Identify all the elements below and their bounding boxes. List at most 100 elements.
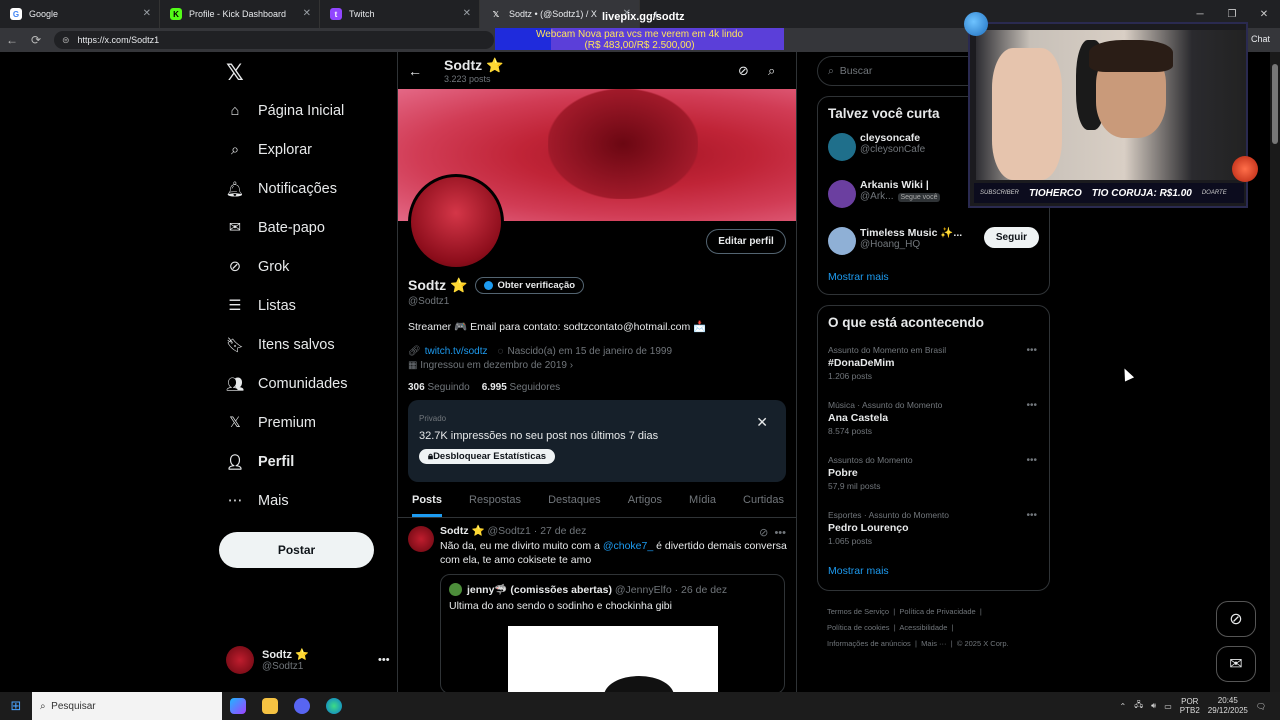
search-icon[interactable]: ⌕	[768, 63, 775, 79]
post-button[interactable]: Postar	[219, 532, 374, 568]
grok-fab-button[interactable]: ⊘	[1216, 601, 1256, 637]
following-link[interactable]: 306 Seguindo	[408, 382, 470, 393]
close-tab-icon[interactable]: ✕	[143, 8, 151, 19]
messages-fab-button[interactable]: ✉	[1216, 646, 1256, 682]
unlock-stats-button[interactable]: 🔒︎ Desbloquear Estatísticas	[419, 449, 556, 464]
footer-links: Termos de Serviço | Política de Privacid…	[827, 607, 1009, 648]
trend-item[interactable]: Assuntos do Momento Pobre 57,9 mil posts ••…	[818, 449, 1049, 504]
more-dots-icon[interactable]: •••	[1026, 400, 1037, 411]
file-explorer-icon[interactable]	[254, 692, 286, 720]
tweet-author[interactable]: Sodtz ⭐	[440, 525, 485, 537]
profile-avatar[interactable]	[408, 174, 504, 270]
tab-articles[interactable]: Artigos	[628, 482, 662, 517]
scrollbar-thumb[interactable]	[1272, 64, 1278, 144]
taskbar-search[interactable]: ⌕ Pesquisar	[32, 692, 222, 720]
nav-premium[interactable]: 𝕏 Premium	[226, 414, 316, 432]
quote-image[interactable]	[508, 626, 718, 692]
nav-profile[interactable]: 👤︎ Perfil	[226, 453, 294, 471]
trend-item[interactable]: Assunto do Momento em Brasil #DonaDeMim 1.…	[818, 339, 1049, 394]
nav-bookmarks[interactable]: 🔖︎ Itens salvos	[226, 336, 335, 354]
footer-link[interactable]: Termos de Serviço	[827, 607, 889, 616]
avatar	[828, 180, 856, 208]
footer-link[interactable]: Mais ···	[921, 639, 946, 648]
more-dots-icon[interactable]: •••	[774, 527, 786, 539]
nav-explore[interactable]: ⌕ Explorar	[226, 141, 312, 159]
tab-likes[interactable]: Curtidas	[743, 482, 784, 517]
show-more-trends-link[interactable]: Mostrar mais	[818, 559, 1049, 587]
nav-notifications[interactable]: 🔔︎ Notificações	[226, 180, 337, 198]
scrollbar[interactable]	[1270, 52, 1280, 692]
nav-home[interactable]: ⌂ Página Inicial	[226, 102, 345, 120]
back-arrow-icon[interactable]: ←	[408, 63, 444, 79]
avatar[interactable]	[408, 526, 434, 552]
get-verified-button[interactable]: Obter verificação	[475, 277, 585, 294]
trends-title: O que está acontecendo	[828, 315, 985, 330]
planet-icon	[1232, 156, 1258, 182]
mention-link[interactable]: @choke7_	[603, 540, 653, 552]
volume-icon[interactable]: 🔊︎	[1151, 701, 1156, 711]
more-dots-icon[interactable]: •••	[378, 654, 390, 666]
tweet-date[interactable]: 27 de dez	[540, 525, 586, 537]
url-field[interactable]: ⊜ https://x.com/Sodtz1	[54, 31, 494, 49]
close-icon[interactable]: ✕	[756, 414, 768, 431]
network-icon[interactable]: 🖧︎	[1134, 699, 1143, 713]
chat-button[interactable]: Chat	[1251, 34, 1270, 44]
battery-icon[interactable]: ▭	[1164, 702, 1172, 711]
footer-link[interactable]: Política de cookies	[827, 623, 890, 632]
tab-kick[interactable]: K Profile - Kick Dashboard ✕	[160, 0, 320, 28]
edge-icon[interactable]	[318, 692, 350, 720]
footer-link[interactable]: Política de Privacidade	[899, 607, 975, 616]
reload-icon[interactable]: ⟳	[24, 33, 48, 47]
avatar	[828, 133, 856, 161]
tab-highlights[interactable]: Destaques	[548, 482, 601, 517]
x-logo-icon[interactable]: 𝕏	[226, 60, 244, 86]
tab-media[interactable]: Mídia	[689, 482, 716, 517]
birth-date: Nascido(a) em 15 de janeiro de 1999	[507, 346, 673, 357]
trend-item[interactable]: Música · Assunto do Momento Ana Castela 8.…	[818, 394, 1049, 449]
profile-link[interactable]: twitch.tv/sodtz	[425, 346, 488, 357]
trend-item[interactable]: Esportes · Assunto do Momento Pedro Loure…	[818, 504, 1049, 559]
nav-more[interactable]: ⋯ Mais	[226, 492, 289, 510]
bookmark-icon: 🔖︎	[225, 337, 245, 354]
joined-date[interactable]: Ingressou em dezembro de 2019	[420, 360, 567, 371]
quoted-tweet[interactable]: jenny🦈 (comissões abertas) @JennyElfo · …	[440, 574, 785, 692]
list-icon: ☰	[228, 298, 242, 314]
edit-profile-button[interactable]: Editar perfil	[706, 229, 786, 254]
tweet[interactable]: Sodtz ⭐ @Sodtz1 · 27 de dez Não da, eu m…	[408, 524, 788, 692]
footer-link[interactable]: Acessibilidade	[899, 623, 947, 632]
tab-google[interactable]: G Google ✕	[0, 0, 160, 28]
show-more-link[interactable]: Mostrar mais	[818, 271, 1049, 293]
nav-communities[interactable]: 👥︎ Comunidades	[226, 375, 348, 393]
nav-grok[interactable]: ⊘ Grok	[226, 258, 290, 276]
nav-lists[interactable]: ☰ Listas	[226, 297, 296, 315]
copilot-icon[interactable]	[222, 692, 254, 720]
grok-icon[interactable]: ⊘	[759, 527, 768, 539]
close-tab-icon[interactable]: ✕	[463, 8, 471, 19]
back-icon[interactable]: ←	[0, 33, 24, 47]
close-window-button[interactable]: ✕	[1248, 0, 1280, 28]
left-sidebar: 𝕏 ⌂ Página Inicial ⌕ Explorar 🔔︎ Notificaçõ…	[218, 52, 396, 692]
tab-posts[interactable]: Posts	[412, 482, 442, 517]
quote-date: 26 de dez	[681, 583, 728, 596]
nav-messages[interactable]: ✉ Bate-papo	[226, 219, 325, 237]
follow-button[interactable]: Seguir	[983, 227, 1039, 248]
notifications-icon[interactable]: 🗨︎	[1256, 702, 1266, 711]
more-dots-icon[interactable]: •••	[1026, 455, 1037, 466]
footer-link[interactable]: Informações de anúncios	[827, 639, 911, 648]
discord-icon[interactable]	[286, 692, 318, 720]
more-dots-icon[interactable]: •••	[1026, 510, 1037, 521]
more-dots-icon[interactable]: •••	[1026, 345, 1037, 356]
site-info-icon[interactable]: ⊜	[62, 35, 70, 46]
followers-link[interactable]: 6.995 Seguidores	[482, 382, 560, 393]
account-switcher[interactable]: Sodtz ⭐ @Sodtz1 •••	[226, 646, 390, 674]
close-tab-icon[interactable]: ✕	[303, 8, 311, 19]
tab-replies[interactable]: Respostas	[469, 482, 521, 517]
windows-start-icon[interactable]: ⊞	[0, 698, 32, 714]
tweet-handle[interactable]: @Sodtz1	[488, 525, 531, 537]
language-indicator[interactable]: POR PTB2	[1180, 697, 1200, 715]
tab-twitch[interactable]: t Twitch ✕	[320, 0, 480, 28]
grok-icon[interactable]: ⊘	[738, 63, 749, 79]
chevron-up-icon[interactable]: ⌃	[1120, 702, 1127, 711]
clock[interactable]: 20:45 29/12/2025	[1208, 696, 1248, 716]
suggested-account[interactable]: Timeless Music ✨... @Hoang_HQ Seguir	[818, 224, 1049, 271]
